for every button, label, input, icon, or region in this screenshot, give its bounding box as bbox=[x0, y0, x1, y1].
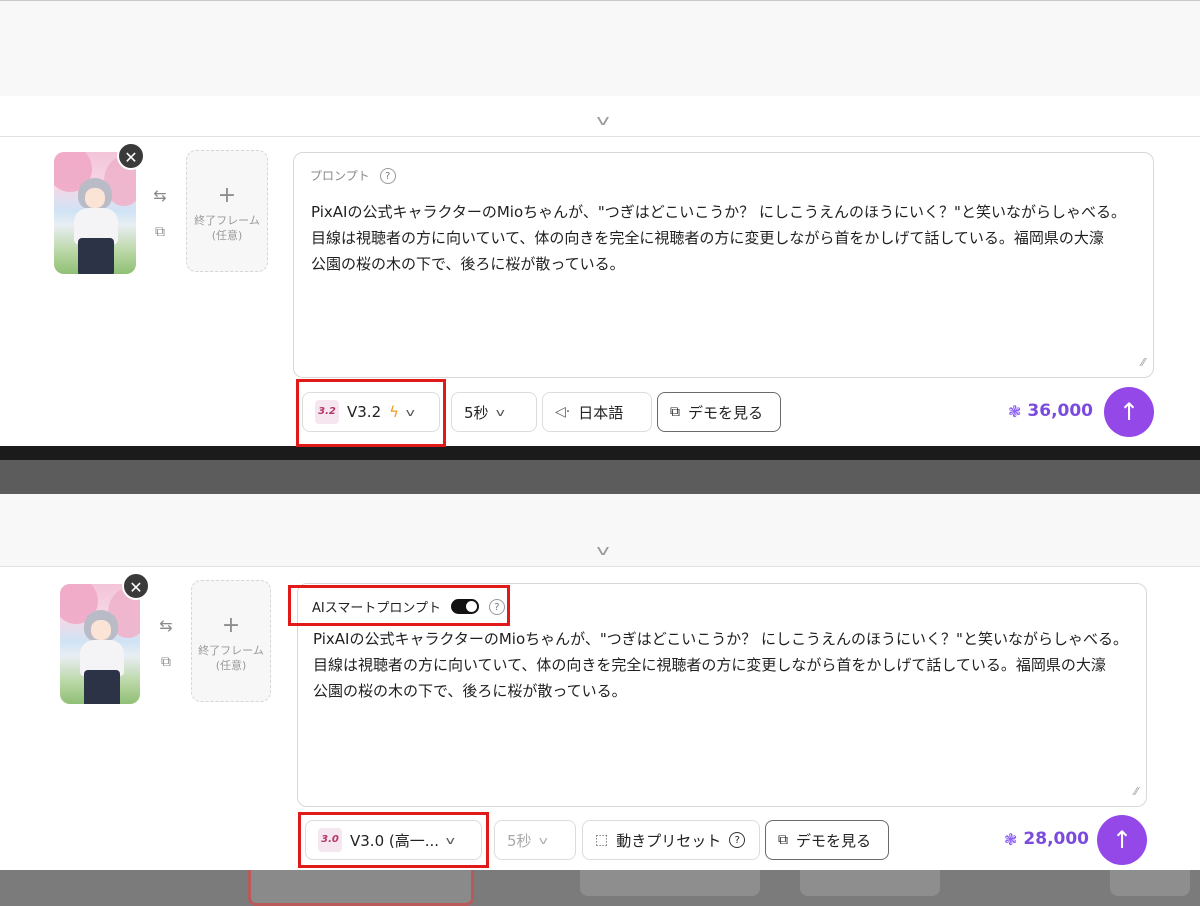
chevron-down-icon: v bbox=[495, 405, 505, 419]
demo-button[interactable]: ⧉ デモを見る bbox=[765, 820, 889, 860]
demo-button[interactable]: ⧉ デモを見る bbox=[657, 392, 781, 432]
resize-handle-icon[interactable]: ⁄⁄ bbox=[1126, 786, 1138, 798]
top-background bbox=[0, 0, 1200, 96]
divider bbox=[0, 566, 1200, 567]
model-label: V3.2 bbox=[347, 403, 382, 421]
smart-prompt-control: AIスマートプロンプト ? bbox=[312, 597, 505, 616]
end-frame-label: 終了フレーム bbox=[194, 214, 260, 227]
motion-preset-label: 動きプリセット bbox=[616, 831, 722, 850]
end-frame-slot[interactable]: + 終了フレーム (任意) bbox=[191, 580, 271, 702]
language-button[interactable]: ◁· 日本語 bbox=[542, 392, 652, 432]
divider bbox=[0, 136, 1200, 137]
duration-label: 5秒 bbox=[507, 831, 532, 850]
end-frame-optional: (任意) bbox=[211, 229, 243, 242]
credit-amount: 28,000 bbox=[1023, 829, 1090, 849]
prompt-box[interactable]: プロンプト ? PixAIの公式キャラクターのMioちゃんが、"つぎはどこいこう… bbox=[293, 152, 1154, 378]
help-icon[interactable]: ? bbox=[488, 598, 505, 615]
chevron-down-icon[interactable]: v bbox=[587, 111, 619, 131]
motion-icon: ⬚ bbox=[595, 832, 609, 848]
credit-amount: 36,000 bbox=[1027, 401, 1094, 421]
duration-select[interactable]: 5秒 v bbox=[451, 392, 537, 432]
end-frame-optional: (任意) bbox=[215, 659, 247, 672]
prompt-header: プロンプト ? bbox=[310, 167, 396, 184]
help-icon[interactable]: ? bbox=[729, 832, 746, 848]
model-select[interactable]: 3.2 V3.2 ϟ v bbox=[302, 392, 440, 432]
help-icon[interactable]: ? bbox=[379, 167, 396, 184]
start-frame-thumbnail[interactable] bbox=[54, 152, 136, 274]
chevron-down-icon: v bbox=[405, 405, 415, 419]
prompt-label: プロンプト bbox=[310, 169, 370, 183]
credit-balance: ❃ 36,000 bbox=[1008, 401, 1093, 421]
motion-preset-button[interactable]: ⬚ 動きプリセット ? bbox=[582, 820, 760, 860]
demo-icon: ⧉ bbox=[778, 832, 788, 848]
bolt-icon: ϟ bbox=[389, 403, 400, 421]
send-button[interactable]: ↑ bbox=[1104, 387, 1154, 437]
model-logo-icon: 3.0 bbox=[318, 828, 342, 852]
duration-select[interactable]: 5秒 v bbox=[494, 820, 576, 860]
credit-icon: ❃ bbox=[1004, 829, 1018, 849]
chevron-down-icon[interactable]: v bbox=[587, 541, 619, 561]
end-frame-label: 終了フレーム bbox=[198, 644, 264, 657]
close-icon[interactable]: ✕ bbox=[117, 142, 145, 170]
language-label: 日本語 bbox=[578, 403, 624, 422]
model-select[interactable]: 3.0 V3.0 (高一... v bbox=[305, 820, 482, 860]
close-icon[interactable]: ✕ bbox=[122, 572, 150, 600]
smart-prompt-label: AIスマートプロンプト bbox=[312, 601, 441, 616]
send-button[interactable]: ↑ bbox=[1097, 815, 1147, 865]
copy-icon[interactable]: ⧉ bbox=[156, 654, 176, 670]
demo-label: デモを見る bbox=[796, 831, 872, 850]
plus-icon: + bbox=[221, 613, 241, 638]
model-logo-icon: 3.2 bbox=[315, 400, 339, 424]
credit-icon: ❃ bbox=[1008, 401, 1022, 421]
demo-label: デモを見る bbox=[688, 403, 764, 422]
plus-icon: + bbox=[217, 183, 237, 208]
chevron-down-icon: v bbox=[445, 833, 455, 847]
start-frame-thumbnail[interactable] bbox=[60, 584, 140, 704]
end-frame-slot[interactable]: + 終了フレーム (任意) bbox=[186, 150, 268, 272]
model-label: V3.0 (高一... bbox=[350, 831, 440, 850]
duration-label: 5秒 bbox=[464, 403, 489, 422]
prompt-textarea[interactable]: PixAIの公式キャラクターのMioちゃんが、"つぎはどこいこうか？ にしこうえ… bbox=[313, 626, 1138, 704]
speaker-icon: ◁· bbox=[555, 404, 571, 420]
prompt-textarea[interactable]: PixAIの公式キャラクターのMioちゃんが、"つぎはどこいこうか？ にしこうえ… bbox=[311, 199, 1141, 277]
resize-handle-icon[interactable]: ⁄⁄ bbox=[1133, 357, 1145, 369]
cropped-toolbar-ghost bbox=[0, 870, 1200, 906]
smart-prompt-toggle[interactable] bbox=[450, 599, 479, 614]
screenshot-separator bbox=[0, 446, 1200, 494]
swap-icon[interactable]: ⇆ bbox=[156, 616, 176, 635]
credit-balance: ❃ 28,000 bbox=[1004, 829, 1089, 849]
chevron-down-icon: v bbox=[538, 833, 548, 847]
swap-icon[interactable]: ⇆ bbox=[150, 186, 170, 205]
copy-icon[interactable]: ⧉ bbox=[150, 224, 170, 240]
demo-icon: ⧉ bbox=[670, 404, 680, 420]
